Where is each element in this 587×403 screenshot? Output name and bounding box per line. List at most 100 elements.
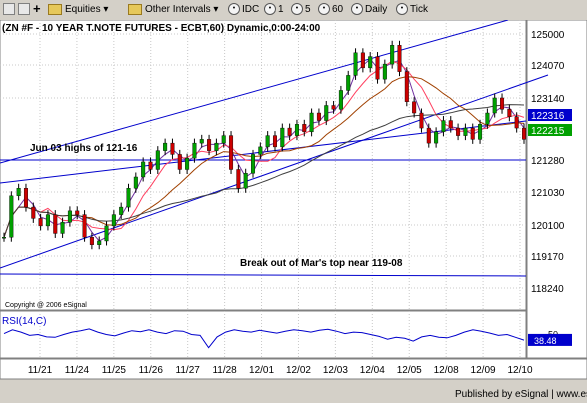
price-bar-body <box>192 142 197 159</box>
interval-60[interactable]: • 60 <box>318 2 343 17</box>
time-tick-label: 12/04 <box>360 365 385 376</box>
annotation-jun-highs: Jun 03 highs of 121-16 <box>30 143 138 154</box>
folder-icon <box>48 3 62 15</box>
price-bar-body <box>368 56 373 69</box>
other-intervals-button[interactable]: Other Intervals ▾ <box>128 2 218 17</box>
price-bar-body <box>463 127 468 136</box>
price-bar-body <box>75 210 80 215</box>
price-bar-body <box>434 131 439 144</box>
interval-icon: • <box>396 3 408 16</box>
chart-title: (ZN #F - 10 YEAR T.NOTE FUTURES - ECBT,6… <box>2 23 321 34</box>
price-bar-body <box>251 154 256 174</box>
price-bar-body <box>375 56 380 80</box>
footer-text: Published by eSignal | www.esignal.com <box>455 389 587 400</box>
time-tick-label: 11/21 <box>28 365 53 376</box>
price-bar-body <box>353 52 358 76</box>
price-bar-body <box>441 120 446 133</box>
price-bar-body <box>185 157 190 170</box>
price-bar-body <box>412 101 417 114</box>
price-bar-body <box>258 146 263 155</box>
price-bar-body <box>272 135 277 148</box>
equities-label: Equities <box>65 4 101 15</box>
price-bar-body <box>104 225 109 242</box>
time-tick-label: 11/27 <box>176 365 201 376</box>
price-bar-body <box>265 135 270 148</box>
interval-tick[interactable]: • Tick <box>396 2 428 17</box>
price-bar-body <box>126 188 131 208</box>
price-tick-label: 119170 <box>531 252 564 263</box>
interval-1[interactable]: • 1 <box>264 2 284 17</box>
price-bar-body <box>397 45 402 72</box>
time-tick-label: 12/03 <box>323 365 348 376</box>
other-intervals-label: Other Intervals <box>145 4 211 15</box>
price-bar-body <box>119 206 124 215</box>
price-tick-label: 125000 <box>531 30 565 41</box>
rsi-current-value: 38.48 <box>534 336 557 346</box>
interval-label: 5 <box>305 4 311 15</box>
price-tick-label: 121280 <box>531 156 565 167</box>
price-bar-body <box>514 116 519 129</box>
price-bar-body <box>331 105 336 110</box>
price-bar-body <box>199 139 204 144</box>
price-bar-body <box>360 52 365 69</box>
copyright-text: Copyright @ 2006 eSignal <box>5 302 87 309</box>
price-bar-body <box>346 75 351 91</box>
price-bar-body <box>53 214 58 234</box>
symbol-field[interactable] <box>3 3 15 15</box>
price-bar-body <box>177 154 182 170</box>
interval-label: Tick <box>410 4 428 15</box>
interval-icon: • <box>351 3 363 16</box>
toolbar: + Equities ▾ Other Intervals ▾ • IDC • 1 •… <box>0 0 587 21</box>
price-bar-body <box>522 127 527 140</box>
interval-daily[interactable]: • Daily <box>351 2 387 17</box>
time-tick-label: 12/08 <box>434 365 459 376</box>
price-tick-label: 124070 <box>531 61 565 72</box>
price-bar-body <box>419 112 424 129</box>
price-bar-body <box>31 206 36 219</box>
price-bar-body <box>448 120 453 129</box>
price-bar-body <box>324 105 329 121</box>
price-tick-label: 118240 <box>531 284 564 295</box>
price-bar-body <box>294 124 299 136</box>
interval-label: 1 <box>278 4 284 15</box>
price-bar-body <box>111 214 116 227</box>
interval-label: Daily <box>365 4 388 15</box>
interval-5[interactable]: • 5 <box>291 2 311 17</box>
price-bar-body <box>2 236 6 239</box>
equities-button[interactable]: Equities ▾ <box>48 2 108 17</box>
price-bar-body <box>16 188 21 197</box>
interval-icon: • <box>264 3 276 16</box>
price-bar-body <box>207 139 212 151</box>
price-tick-label: 122215 <box>531 126 565 137</box>
time-tick-label: 12/01 <box>249 365 274 376</box>
price-tick-label: 123140 <box>531 94 565 105</box>
price-bar-body <box>45 214 50 227</box>
time-tick-label: 11/26 <box>139 365 164 376</box>
price-bar-body <box>163 142 168 151</box>
time-tick-label: 11/24 <box>65 365 90 376</box>
add-icon[interactable]: + <box>33 2 41 17</box>
interval-idc[interactable]: • IDC <box>228 2 259 17</box>
time-tick-label: 12/09 <box>471 365 496 376</box>
price-bar-body <box>492 97 497 114</box>
price-bar-body <box>67 210 72 223</box>
price-bar-body <box>243 173 248 189</box>
interval-icon: • <box>228 3 240 16</box>
chart-area[interactable]: (ZN #F - 10 YEAR T.NOTE FUTURES - ECBT,6… <box>0 20 587 403</box>
price-bar-body <box>507 109 512 117</box>
price-bar-body <box>316 112 321 121</box>
time-tick-label: 12/10 <box>507 365 532 376</box>
esignal-window: + Equities ▾ Other Intervals ▾ • IDC • 1 •… <box>0 0 587 403</box>
price-bar-body <box>170 142 175 155</box>
price-bar-body <box>236 169 241 189</box>
price-bar-body <box>456 127 461 136</box>
price-bar-body <box>478 124 483 140</box>
price-bar-body <box>97 240 102 245</box>
interval-icon: • <box>318 3 330 16</box>
grid-icon[interactable] <box>18 3 30 15</box>
price-bar-body <box>426 127 431 144</box>
price-bar-body <box>133 176 138 189</box>
price-bar-body <box>287 127 292 136</box>
price-tick-label: 121030 <box>531 188 565 199</box>
price-bar-body <box>9 195 14 238</box>
